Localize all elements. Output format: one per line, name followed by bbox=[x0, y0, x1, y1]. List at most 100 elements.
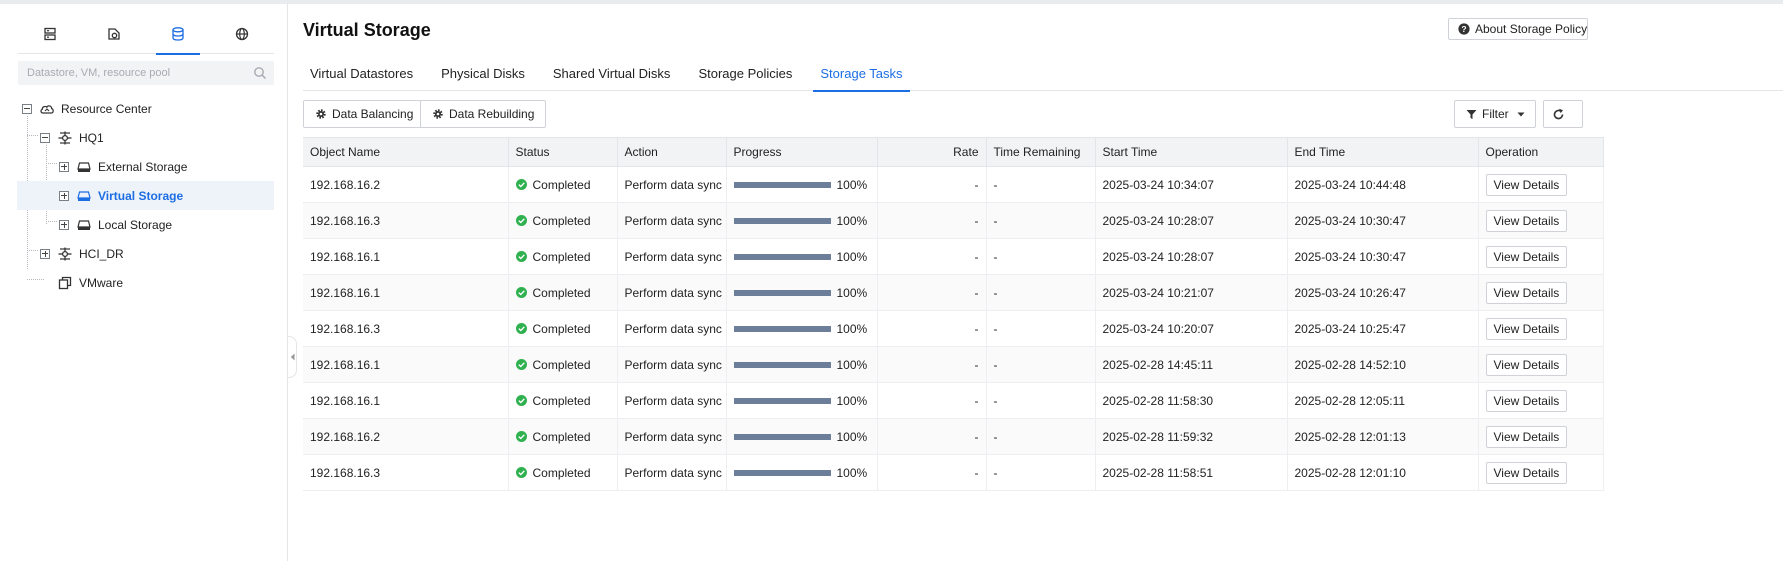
progress-text: 100% bbox=[836, 285, 868, 300]
tree-node-label: Virtual Storage bbox=[98, 188, 184, 203]
rate-cell: - bbox=[877, 346, 987, 383]
progress-bar bbox=[733, 181, 831, 188]
view-details-button[interactable]: View Details bbox=[1485, 317, 1568, 340]
column-header[interactable]: Progress bbox=[726, 137, 878, 167]
search-input[interactable] bbox=[18, 61, 274, 85]
tree-node-hq1[interactable]: HQ1 bbox=[40, 123, 274, 152]
status-text: Completed bbox=[532, 465, 591, 480]
tab-shared-virtual-disks[interactable]: Shared Virtual Disks bbox=[546, 55, 678, 91]
tab-storage-tasks[interactable]: Storage Tasks bbox=[813, 55, 910, 92]
sidebar-tab-hosts[interactable] bbox=[18, 14, 82, 54]
check-circle-icon bbox=[515, 467, 527, 478]
progress-bar-fill bbox=[733, 325, 831, 332]
object-name-cell: 192.168.16.2 bbox=[303, 418, 509, 455]
operation-cell: View Details bbox=[1478, 346, 1604, 383]
tab-physical-disks[interactable]: Physical Disks bbox=[434, 55, 532, 91]
column-header[interactable]: Object Name bbox=[303, 137, 509, 167]
table-body: 192.168.16.2 Completed Perform data sync 10… bbox=[303, 166, 1604, 491]
status-text: Completed bbox=[532, 213, 591, 228]
action-cell: Perform data sync bbox=[617, 346, 727, 383]
time-remaining-cell: - bbox=[986, 202, 1096, 239]
tab-virtual-datastores[interactable]: Virtual Datastores bbox=[303, 55, 420, 91]
view-details-button[interactable]: View Details bbox=[1485, 461, 1568, 484]
expand-toggle[interactable] bbox=[59, 219, 69, 230]
status-cell: Completed bbox=[508, 382, 618, 419]
tree-node-virtual-storage[interactable]: Virtual Storage bbox=[17, 181, 274, 210]
object-name-cell: 192.168.16.1 bbox=[303, 346, 509, 383]
tree-node-external-storage[interactable]: External Storage bbox=[59, 152, 274, 181]
storage-icon bbox=[172, 27, 184, 41]
start-time-cell: 2025-03-24 10:34:07 bbox=[1095, 166, 1288, 203]
tab-bar: Virtual Datastores Physical Disks Shared… bbox=[303, 55, 1783, 92]
tree-node-local-storage[interactable]: Local Storage bbox=[59, 210, 274, 239]
view-details-button[interactable]: View Details bbox=[1485, 173, 1568, 196]
sidebar-tab-vms[interactable] bbox=[82, 14, 146, 54]
progress-bar-fill bbox=[733, 217, 831, 224]
help-icon: ? bbox=[1458, 23, 1470, 35]
view-details-button[interactable]: View Details bbox=[1485, 281, 1568, 304]
column-header[interactable]: Operation bbox=[1478, 137, 1604, 167]
tab-storage-policies[interactable]: Storage Policies bbox=[691, 55, 799, 91]
sidebar-tab-storage[interactable] bbox=[146, 14, 210, 55]
status-cell: Completed bbox=[508, 202, 618, 239]
tree-node-label: External Storage bbox=[98, 159, 188, 174]
column-header[interactable]: Start Time bbox=[1095, 137, 1288, 167]
check-circle-icon bbox=[515, 431, 527, 442]
expand-toggle[interactable] bbox=[59, 161, 69, 172]
progress-bar-fill bbox=[733, 181, 831, 188]
column-header[interactable]: Time Remaining bbox=[986, 137, 1096, 167]
view-details-button[interactable]: View Details bbox=[1485, 353, 1568, 376]
start-time-cell: 2025-03-24 10:28:07 bbox=[1095, 238, 1288, 275]
data-balancing-button[interactable]: Data Balancing bbox=[303, 100, 426, 128]
expand-toggle[interactable] bbox=[40, 248, 50, 259]
vmware-icon bbox=[57, 275, 73, 291]
gear-icon bbox=[433, 109, 443, 119]
view-details-button[interactable]: View Details bbox=[1485, 209, 1568, 232]
table-row: 192.168.16.1 Completed Perform data sync 10… bbox=[303, 238, 1604, 275]
operation-cell: View Details bbox=[1478, 274, 1604, 311]
data-rebuilding-button[interactable]: Data Rebuilding bbox=[420, 100, 547, 128]
column-header[interactable]: Rate bbox=[877, 137, 987, 167]
progress-cell: 100% bbox=[726, 310, 878, 347]
status-text: Completed bbox=[532, 429, 591, 444]
tab-label: Shared Virtual Disks bbox=[552, 65, 671, 81]
collapse-toggle[interactable] bbox=[22, 103, 32, 114]
status-cell: Completed bbox=[508, 166, 618, 203]
column-header[interactable]: Status bbox=[508, 137, 618, 167]
object-name-cell: 192.168.16.1 bbox=[303, 238, 509, 275]
progress-bar bbox=[733, 289, 831, 296]
start-time-cell: 2025-02-28 14:45:11 bbox=[1095, 346, 1288, 383]
main-content: Virtual Storage ? About Storage Policy V… bbox=[289, 4, 1783, 561]
time-remaining-cell: - bbox=[986, 274, 1096, 311]
column-header[interactable]: End Time bbox=[1287, 137, 1479, 167]
tree-node-hci-dr[interactable]: HCI_DR bbox=[40, 239, 274, 268]
status-text: Completed bbox=[532, 393, 591, 408]
action-cell: Perform data sync bbox=[617, 454, 727, 491]
column-header[interactable]: Action bbox=[617, 137, 727, 167]
start-time-cell: 2025-02-28 11:58:51 bbox=[1095, 454, 1288, 491]
status-cell: Completed bbox=[508, 418, 618, 455]
about-storage-policy-button[interactable]: ? About Storage Policy bbox=[1448, 18, 1588, 40]
view-details-button[interactable]: View Details bbox=[1485, 389, 1568, 412]
search-icon[interactable] bbox=[253, 66, 267, 80]
filter-button[interactable]: Filter bbox=[1454, 100, 1536, 128]
expand-toggle[interactable] bbox=[59, 190, 69, 201]
object-name-cell: 192.168.16.1 bbox=[303, 274, 509, 311]
tree-node-vmware[interactable]: VMware bbox=[57, 268, 274, 297]
refresh-button[interactable] bbox=[1543, 100, 1583, 128]
tree-node-resource-center[interactable]: Resource Center bbox=[22, 94, 274, 123]
end-time-cell: 2025-02-28 12:05:11 bbox=[1287, 382, 1479, 419]
check-circle-icon bbox=[515, 179, 527, 190]
time-remaining-cell: - bbox=[986, 454, 1096, 491]
collapse-toggle[interactable] bbox=[40, 132, 50, 143]
time-remaining-cell: - bbox=[986, 346, 1096, 383]
operation-cell: View Details bbox=[1478, 418, 1604, 455]
view-details-button[interactable]: View Details bbox=[1485, 245, 1568, 268]
globe-icon bbox=[235, 27, 249, 41]
status-text: Completed bbox=[532, 357, 591, 372]
progress-cell: 100% bbox=[726, 274, 878, 311]
tab-label: Storage Policies bbox=[698, 65, 793, 81]
status-text: Completed bbox=[532, 249, 591, 264]
sidebar-tab-network[interactable] bbox=[210, 14, 274, 54]
view-details-button[interactable]: View Details bbox=[1485, 425, 1568, 448]
